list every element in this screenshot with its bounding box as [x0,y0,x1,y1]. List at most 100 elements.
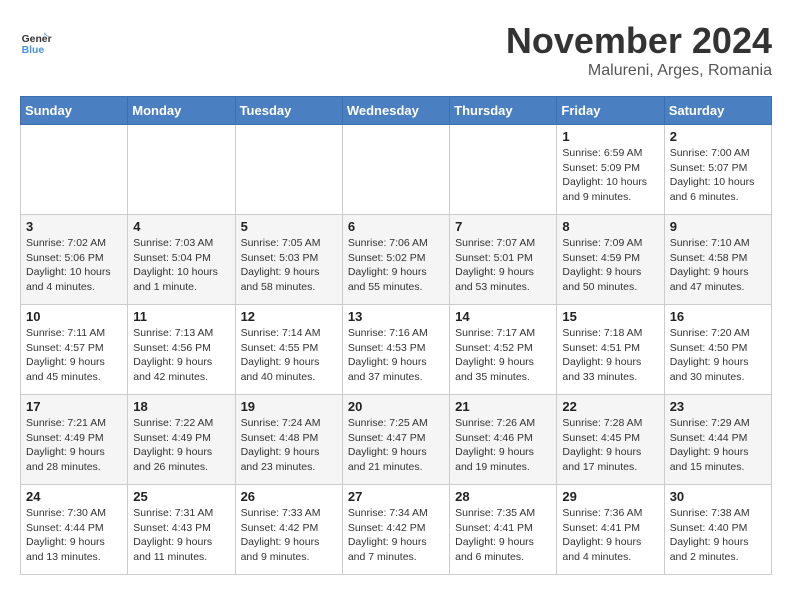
weekday-header-friday: Friday [557,97,664,125]
day-number: 22 [562,399,658,414]
day-info: Sunrise: 7:00 AM Sunset: 5:07 PM Dayligh… [670,146,766,205]
day-number: 4 [133,219,229,234]
day-number: 17 [26,399,122,414]
day-info: Sunrise: 7:09 AM Sunset: 4:59 PM Dayligh… [562,236,658,295]
day-number: 1 [562,129,658,144]
calendar-cell: 22 Sunrise: 7:28 AM Sunset: 4:45 PM Dayli… [557,395,664,485]
day-number: 2 [670,129,766,144]
calendar-cell [21,125,128,215]
calendar-cell: 3 Sunrise: 7:02 AM Sunset: 5:06 PM Daylig… [21,215,128,305]
day-info: Sunrise: 7:28 AM Sunset: 4:45 PM Dayligh… [562,416,658,475]
weekday-header-tuesday: Tuesday [235,97,342,125]
day-number: 28 [455,489,551,504]
day-info: Sunrise: 7:38 AM Sunset: 4:40 PM Dayligh… [670,506,766,565]
calendar-cell: 8 Sunrise: 7:09 AM Sunset: 4:59 PM Daylig… [557,215,664,305]
day-info: Sunrise: 7:07 AM Sunset: 5:01 PM Dayligh… [455,236,551,295]
calendar-week-3: 10 Sunrise: 7:11 AM Sunset: 4:57 PM Dayli… [21,305,772,395]
day-number: 3 [26,219,122,234]
day-info: Sunrise: 6:59 AM Sunset: 5:09 PM Dayligh… [562,146,658,205]
calendar-cell: 30 Sunrise: 7:38 AM Sunset: 4:40 PM Dayli… [664,485,771,575]
svg-text:Blue: Blue [22,45,45,56]
day-info: Sunrise: 7:16 AM Sunset: 4:53 PM Dayligh… [348,326,444,385]
day-number: 29 [562,489,658,504]
day-info: Sunrise: 7:30 AM Sunset: 4:44 PM Dayligh… [26,506,122,565]
day-number: 5 [241,219,337,234]
day-info: Sunrise: 7:36 AM Sunset: 4:41 PM Dayligh… [562,506,658,565]
calendar-cell [450,125,557,215]
calendar-cell: 1 Sunrise: 6:59 AM Sunset: 5:09 PM Daylig… [557,125,664,215]
day-number: 11 [133,309,229,324]
calendar-cell: 15 Sunrise: 7:18 AM Sunset: 4:51 PM Dayli… [557,305,664,395]
day-number: 19 [241,399,337,414]
calendar-table: SundayMondayTuesdayWednesdayThursdayFrid… [20,96,772,575]
day-info: Sunrise: 7:34 AM Sunset: 4:42 PM Dayligh… [348,506,444,565]
calendar-cell: 24Sunrise: 7:30 AM Sunset: 4:44 PM Dayli… [21,485,128,575]
day-number: 7 [455,219,551,234]
day-info: Sunrise: 7:03 AM Sunset: 5:04 PM Dayligh… [133,236,229,295]
calendar-cell [128,125,235,215]
day-number: 16 [670,309,766,324]
calendar-cell [235,125,342,215]
day-info: Sunrise: 7:14 AM Sunset: 4:55 PM Dayligh… [241,326,337,385]
day-number: 26 [241,489,337,504]
day-number: 13 [348,309,444,324]
calendar-cell: 12 Sunrise: 7:14 AM Sunset: 4:55 PM Dayli… [235,305,342,395]
day-info: Sunrise: 7:21 AM Sunset: 4:49 PM Dayligh… [26,416,122,475]
day-number: 8 [562,219,658,234]
weekday-header-sunday: Sunday [21,97,128,125]
calendar-cell: 27 Sunrise: 7:34 AM Sunset: 4:42 PM Dayli… [342,485,449,575]
day-info: Sunrise: 7:18 AM Sunset: 4:51 PM Dayligh… [562,326,658,385]
weekday-header-thursday: Thursday [450,97,557,125]
svg-text:General: General [22,34,52,45]
calendar-cell: 29 Sunrise: 7:36 AM Sunset: 4:41 PM Dayli… [557,485,664,575]
calendar-week-5: 24Sunrise: 7:30 AM Sunset: 4:44 PM Dayli… [21,485,772,575]
calendar-cell: 14Sunrise: 7:17 AM Sunset: 4:52 PM Dayli… [450,305,557,395]
day-info: Sunrise: 7:29 AM Sunset: 4:44 PM Dayligh… [670,416,766,475]
day-number: 14 [455,309,551,324]
calendar-cell: 11Sunrise: 7:13 AM Sunset: 4:56 PM Dayli… [128,305,235,395]
title-block: November 2024 Malureni, Arges, Romania [506,20,772,80]
header: General Blue November 2024 Malureni, Arg… [20,20,772,80]
day-info: Sunrise: 7:10 AM Sunset: 4:58 PM Dayligh… [670,236,766,295]
calendar-cell: 9 Sunrise: 7:10 AM Sunset: 4:58 PM Daylig… [664,215,771,305]
calendar-cell: 18 Sunrise: 7:22 AM Sunset: 4:49 PM Dayli… [128,395,235,485]
day-info: Sunrise: 7:24 AM Sunset: 4:48 PM Dayligh… [241,416,337,475]
day-number: 18 [133,399,229,414]
calendar-cell: 26 Sunrise: 7:33 AM Sunset: 4:42 PM Dayli… [235,485,342,575]
day-info: Sunrise: 7:22 AM Sunset: 4:49 PM Dayligh… [133,416,229,475]
calendar-week-4: 17 Sunrise: 7:21 AM Sunset: 4:49 PM Dayli… [21,395,772,485]
weekday-header-wednesday: Wednesday [342,97,449,125]
calendar-cell: 2 Sunrise: 7:00 AM Sunset: 5:07 PM Daylig… [664,125,771,215]
day-info: Sunrise: 7:02 AM Sunset: 5:06 PM Dayligh… [26,236,122,295]
day-number: 20 [348,399,444,414]
day-number: 6 [348,219,444,234]
day-info: Sunrise: 7:20 AM Sunset: 4:50 PM Dayligh… [670,326,766,385]
calendar-cell: 23 Sunrise: 7:29 AM Sunset: 4:44 PM Dayli… [664,395,771,485]
day-number: 10 [26,309,122,324]
calendar-cell: 28Sunrise: 7:35 AM Sunset: 4:41 PM Dayli… [450,485,557,575]
calendar-header: SundayMondayTuesdayWednesdayThursdayFrid… [21,97,772,125]
calendar-cell: 13 Sunrise: 7:16 AM Sunset: 4:53 PM Dayli… [342,305,449,395]
weekday-header-monday: Monday [128,97,235,125]
logo-icon: General Blue [20,26,52,58]
calendar-cell [342,125,449,215]
calendar-cell: 21Sunrise: 7:26 AM Sunset: 4:46 PM Dayli… [450,395,557,485]
day-number: 15 [562,309,658,324]
day-info: Sunrise: 7:11 AM Sunset: 4:57 PM Dayligh… [26,326,122,385]
calendar-body: 1 Sunrise: 6:59 AM Sunset: 5:09 PM Daylig… [21,125,772,575]
day-info: Sunrise: 7:33 AM Sunset: 4:42 PM Dayligh… [241,506,337,565]
day-number: 9 [670,219,766,234]
day-info: Sunrise: 7:25 AM Sunset: 4:47 PM Dayligh… [348,416,444,475]
day-info: Sunrise: 7:31 AM Sunset: 4:43 PM Dayligh… [133,506,229,565]
day-number: 30 [670,489,766,504]
day-info: Sunrise: 7:05 AM Sunset: 5:03 PM Dayligh… [241,236,337,295]
calendar-week-1: 1 Sunrise: 6:59 AM Sunset: 5:09 PM Daylig… [21,125,772,215]
month-title: November 2024 [506,20,772,62]
calendar-cell: 10 Sunrise: 7:11 AM Sunset: 4:57 PM Dayli… [21,305,128,395]
day-number: 23 [670,399,766,414]
calendar-cell: 5 Sunrise: 7:05 AM Sunset: 5:03 PM Daylig… [235,215,342,305]
calendar-cell: 16 Sunrise: 7:20 AM Sunset: 4:50 PM Dayli… [664,305,771,395]
day-number: 27 [348,489,444,504]
day-number: 12 [241,309,337,324]
calendar-cell: 4 Sunrise: 7:03 AM Sunset: 5:04 PM Daylig… [128,215,235,305]
